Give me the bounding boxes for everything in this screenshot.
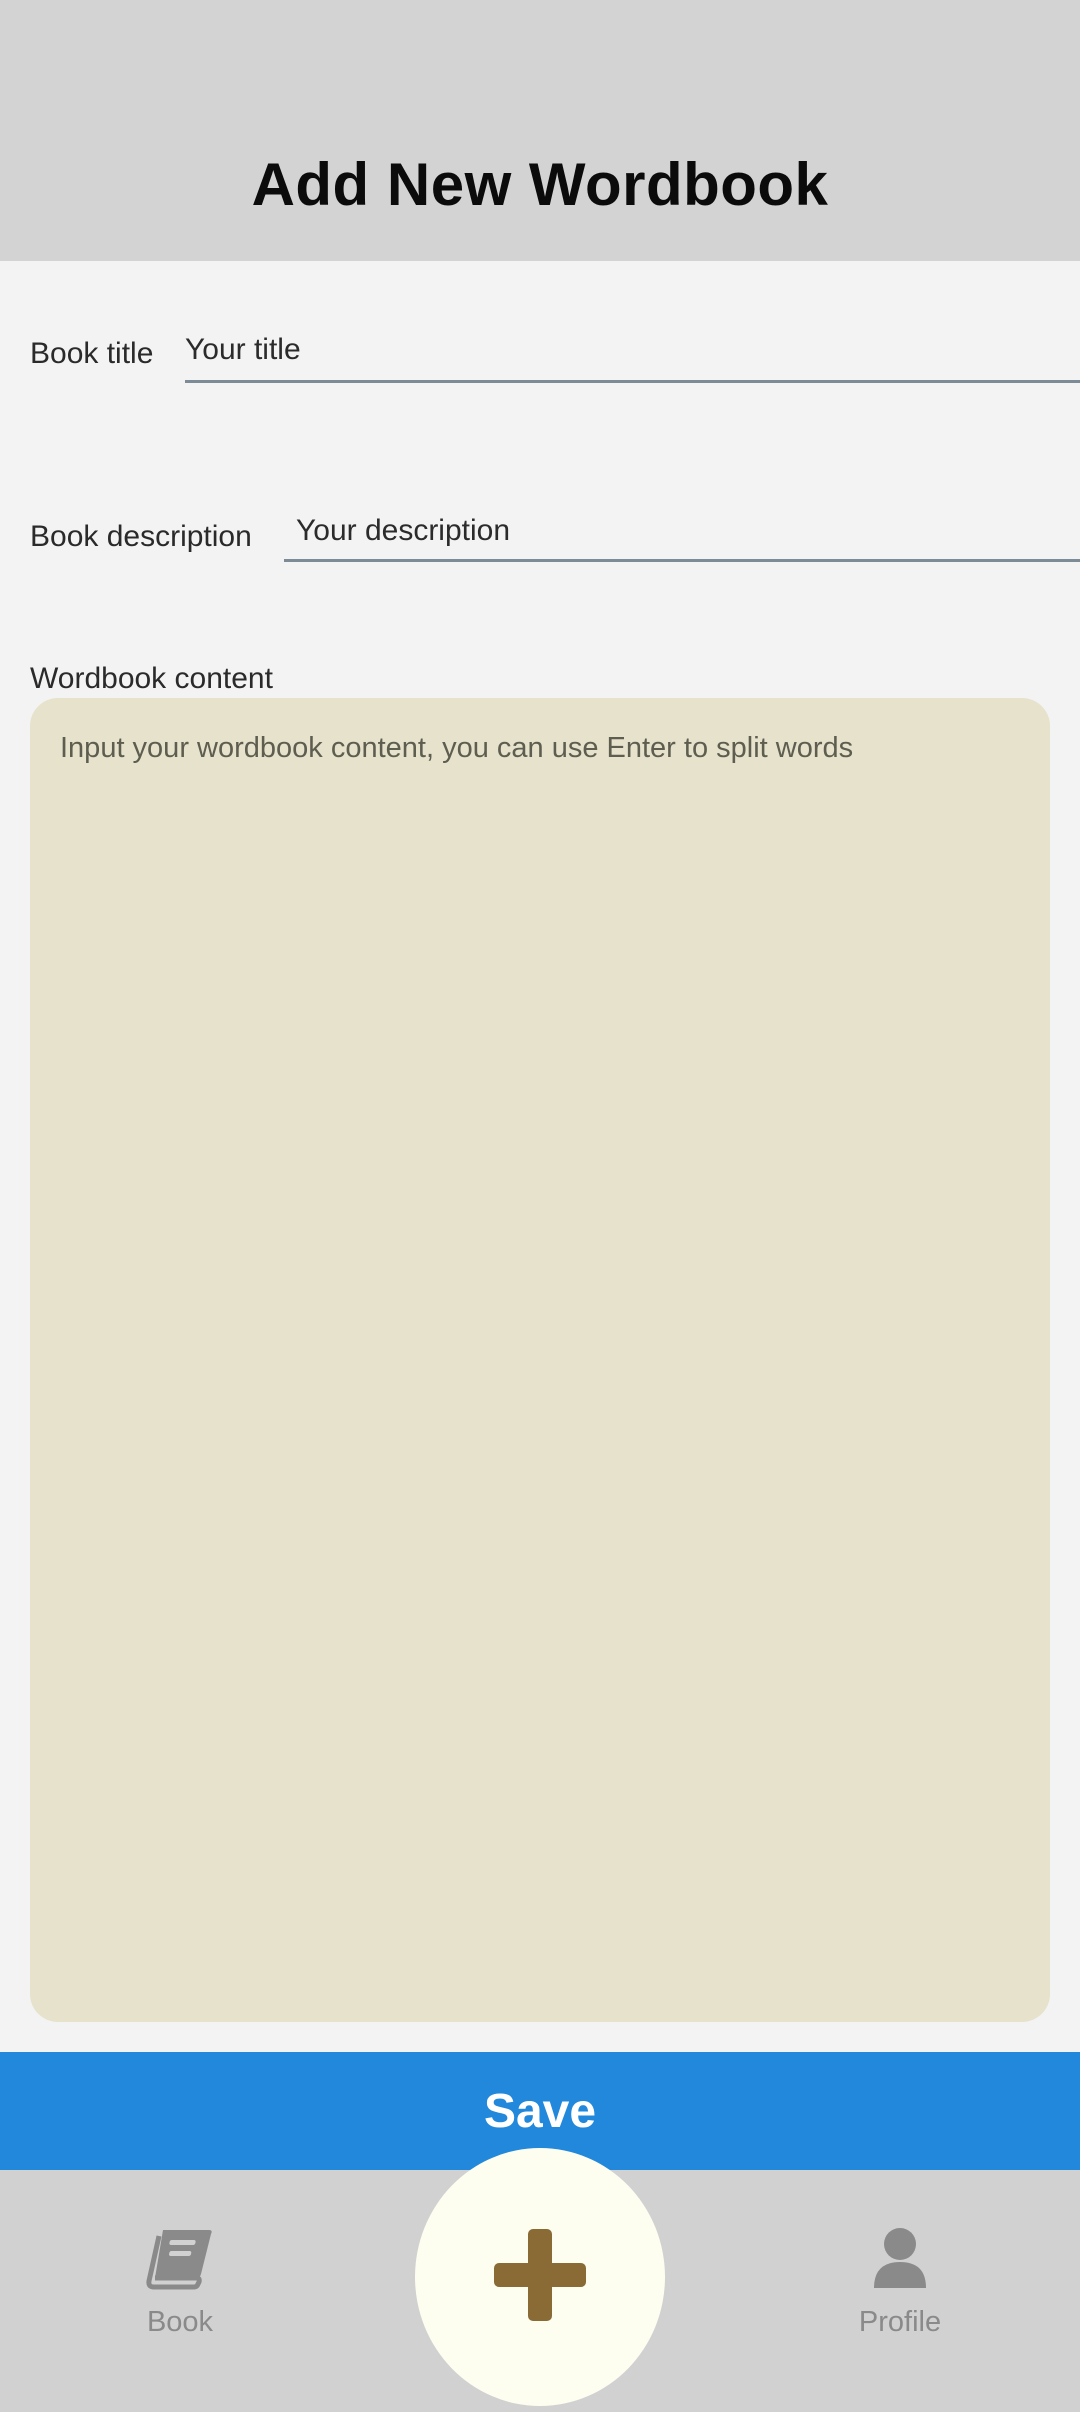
nav-item-profile[interactable]: Profile: [800, 2226, 1000, 2339]
book-description-input[interactable]: [284, 502, 1080, 562]
nav-item-book[interactable]: Book: [80, 2226, 280, 2339]
wordbook-content-textarea[interactable]: Input your wordbook content, you can use…: [30, 698, 1050, 2022]
book-title-label: Book title: [30, 337, 154, 370]
wordbook-content-placeholder: Input your wordbook content, you can use…: [60, 732, 854, 764]
book-icon: [80, 2226, 280, 2298]
wordbook-content-label: Wordbook content: [30, 662, 273, 695]
app-header: Add New Wordbook: [0, 0, 1080, 261]
nav-item-profile-label: Profile: [858, 2306, 942, 2338]
page-title: Add New Wordbook: [251, 151, 829, 218]
book-title-input[interactable]: [185, 320, 1080, 383]
book-description-label: Book description: [30, 520, 252, 553]
profile-icon: [800, 2226, 1000, 2298]
nav-item-book-label: Book: [146, 2306, 214, 2338]
add-wordbook-fab[interactable]: [415, 2148, 665, 2406]
plus-icon: [490, 2225, 590, 2330]
